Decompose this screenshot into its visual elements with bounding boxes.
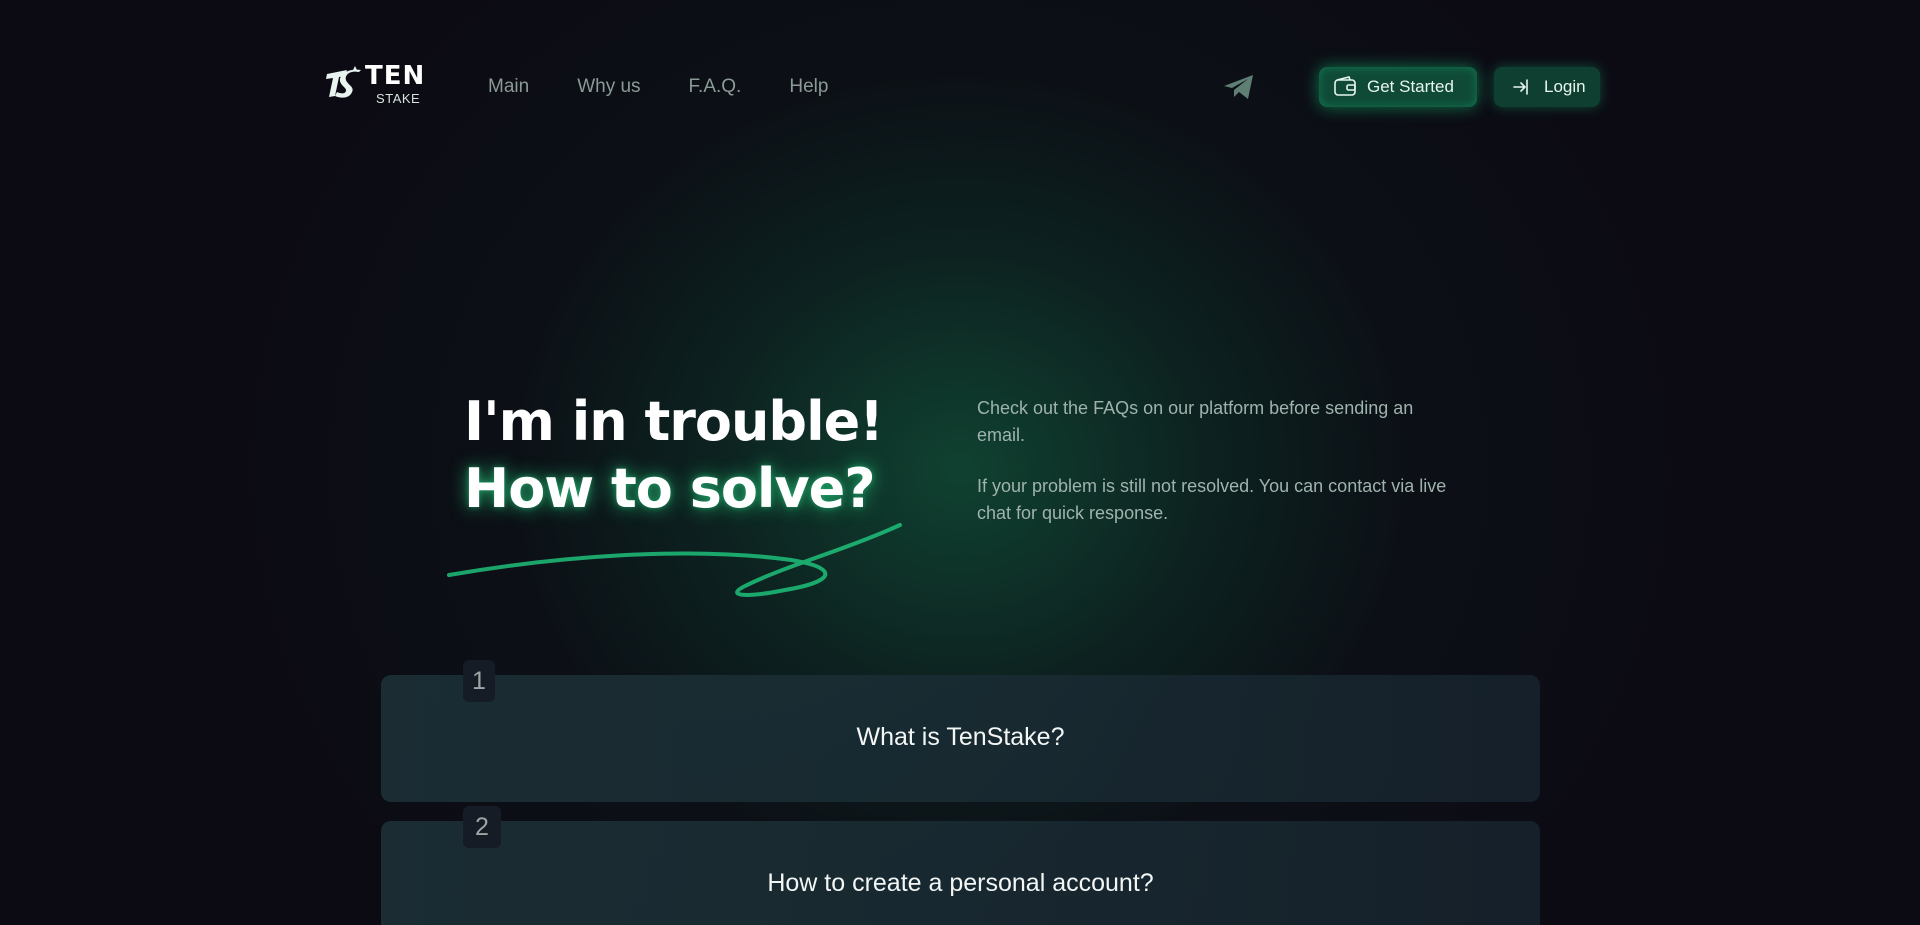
get-started-label: Get Started <box>1367 77 1454 96</box>
telegram-icon[interactable] <box>1222 73 1256 101</box>
hero-description: Check out the FAQs on our platform befor… <box>977 395 1457 551</box>
main-menu: Main Why us F.A.Q. Help <box>488 76 876 98</box>
hero-text-1: Check out the FAQs on our platform befor… <box>977 398 1414 445</box>
nav-item-help[interactable]: Help <box>789 76 828 98</box>
brand-logo[interactable]: TEN STAKE <box>325 63 425 105</box>
hero-title-line1: I'm in trouble! <box>464 390 884 453</box>
hero-title-line2: How to solve? <box>464 457 876 520</box>
hero-text-2: If your problem is still not resolved. Y… <box>977 476 1447 523</box>
login-arrow-icon <box>1513 79 1528 95</box>
nav-item-why-us[interactable]: Why us <box>577 76 640 98</box>
faq-question: What is TenStake? <box>856 723 1065 751</box>
brand-name: TEN <box>365 61 426 91</box>
get-started-button[interactable]: Get Started <box>1319 67 1477 107</box>
nav-item-main[interactable]: Main <box>488 76 529 98</box>
hero-title: I'm in trouble! How to solve? <box>464 388 884 522</box>
faq-item-1[interactable]: 1 What is TenStake? <box>381 660 1540 802</box>
page: TEN STAKE Main Why us F.A.Q. Help Get St… <box>0 0 1920 925</box>
ts-logo-icon <box>326 66 361 98</box>
nav-item-faq[interactable]: F.A.Q. <box>689 76 742 98</box>
wallet-icon <box>1334 76 1356 96</box>
faq-question: How to create a personal account? <box>767 869 1154 897</box>
login-button[interactable]: Login <box>1494 67 1600 107</box>
login-label: Login <box>1544 77 1586 96</box>
faq-item-2[interactable]: 2 How to create a personal account? <box>381 806 1540 925</box>
underline-swoosh-icon <box>447 523 902 597</box>
top-nav: TEN STAKE Main Why us F.A.Q. Help Get St… <box>325 60 1601 114</box>
faq-number: 1 <box>463 660 495 702</box>
brand-sub: STAKE <box>376 91 421 106</box>
brand-text: TEN STAKE <box>365 63 425 105</box>
faq-number: 2 <box>463 806 501 848</box>
